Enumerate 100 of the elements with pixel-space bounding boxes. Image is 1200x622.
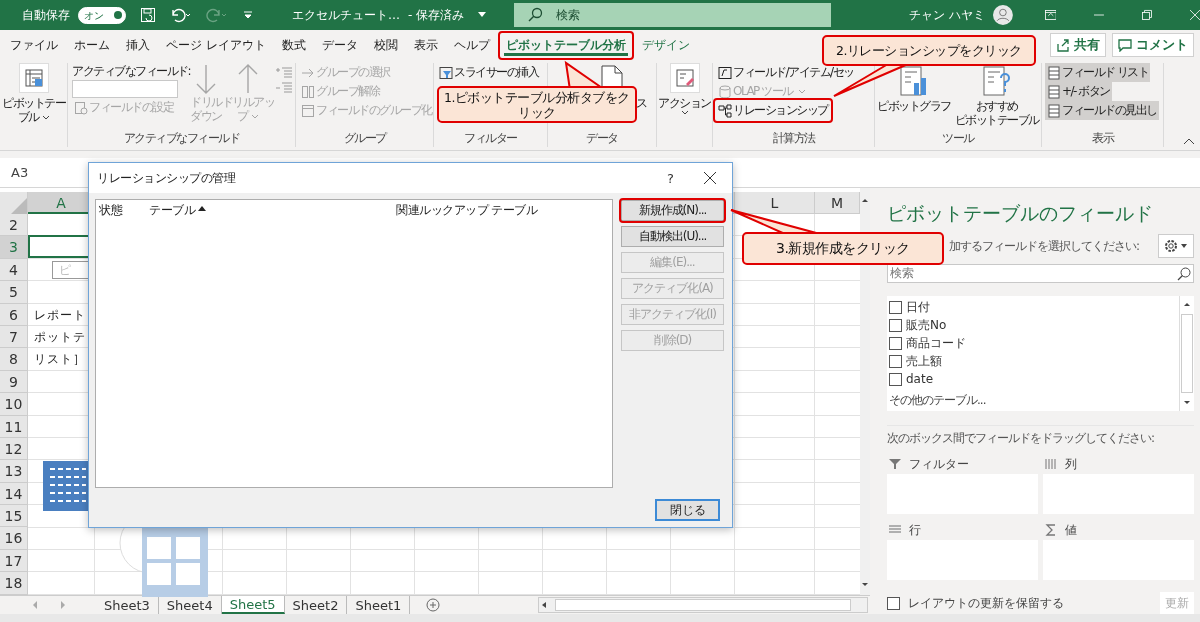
settings-button[interactable] (1158, 234, 1194, 259)
ribbon-tab[interactable]: デザイン (633, 30, 698, 60)
row-header[interactable]: 6 (0, 303, 28, 326)
column-header[interactable]: 関連ルックアップ テーブル (396, 201, 538, 219)
dialog-button[interactable]: 自動検出(U)... (621, 226, 724, 247)
cell-text: レポート (34, 306, 86, 324)
checkbox[interactable] (889, 336, 902, 350)
undo-icon[interactable] (170, 7, 192, 23)
document-icon[interactable] (600, 65, 624, 87)
row-header[interactable]: 7 (0, 325, 28, 349)
help-button[interactable]: ? (667, 170, 674, 186)
cylinder-icon (718, 84, 732, 99)
horizontal-scrollbar[interactable] (538, 597, 868, 613)
row-header[interactable]: 14 (0, 482, 28, 506)
caret-icon (680, 110, 689, 115)
ribbon-tab[interactable]: 数式 (273, 30, 314, 60)
caret-icon[interactable] (478, 12, 487, 18)
ribbon-toggle[interactable]: フィールド リスト (1045, 63, 1151, 82)
row-header[interactable]: 11 (0, 415, 28, 438)
group-label: ツール (941, 130, 976, 147)
row-header[interactable]: 16 (0, 527, 28, 550)
pivot-table-button[interactable]: ピボットテー ブル (2, 63, 65, 124)
row-header[interactable]: 13 (0, 460, 28, 483)
field-item[interactable]: 日付 (889, 298, 1177, 317)
ribbon-toggle[interactable]: +/- ボタン (1045, 82, 1112, 101)
expand-field-icon[interactable] (276, 67, 293, 79)
row-header[interactable]: 4 (0, 258, 28, 282)
ribbon-label[interactable]: ス (636, 95, 647, 112)
close-icon[interactable] (704, 172, 716, 184)
row-header[interactable]: 15 (0, 505, 28, 528)
action-button[interactable]: アクション (658, 63, 711, 115)
defer-update-checkbox[interactable]: レイアウトの更新を保留する (887, 594, 1064, 612)
ribbon-item[interactable]: リレーションシップ (716, 101, 830, 120)
up-arrow-icon[interactable] (1182, 300, 1192, 309)
ribbon-tab[interactable]: 表示 (405, 30, 446, 60)
collapse-ribbon-icon[interactable] (1184, 138, 1194, 144)
row-header[interactable]: 5 (0, 281, 28, 304)
share-button[interactable]: 共有 (1050, 33, 1106, 57)
ribbon-toggle[interactable]: フィールドの見出し (1045, 101, 1159, 120)
pane-title: ピボットテーブルのフィールド (887, 200, 1153, 226)
active-field-input[interactable] (72, 80, 178, 98)
ribbon-button[interactable]: ピボットグラフ (877, 65, 951, 130)
vertical-scrollbar[interactable] (1179, 296, 1194, 412)
collapse-field-icon[interactable] (276, 82, 293, 94)
down-arrow-icon[interactable] (860, 581, 870, 589)
comment-button[interactable]: コメント (1112, 33, 1194, 57)
ribbon-item[interactable]: フィールド/アイテム/セッ (716, 63, 856, 82)
dialog-button[interactable]: 新規作成(N)... (621, 200, 724, 221)
instruction-text: 加するフィールドを選択してください: (949, 237, 1141, 255)
checkbox[interactable] (889, 354, 902, 368)
ribbon-display-icon[interactable] (1044, 9, 1057, 21)
close-button[interactable]: 閉じる (655, 499, 720, 521)
column-header[interactable]: テーブル (149, 201, 195, 219)
restore-icon[interactable] (1142, 9, 1153, 21)
search-field[interactable]: 検索 (887, 264, 1194, 284)
ribbon-tab[interactable]: ホーム (66, 30, 118, 60)
field-item[interactable]: 商品コード (889, 334, 1177, 353)
search-field[interactable]: 検索 (514, 3, 831, 27)
save-icon[interactable] (140, 7, 156, 23)
field-item[interactable]: 販売No (889, 316, 1177, 335)
column-header[interactable]: M (815, 192, 860, 214)
more-tables-link[interactable]: その他のテーブル... (889, 392, 1177, 410)
row-header[interactable]: 3 (0, 236, 28, 259)
sheet-tab[interactable]: Sheet5 (221, 596, 285, 614)
autosave-toggle[interactable]: オン (78, 6, 126, 24)
ribbon-tab[interactable]: 校閲 (365, 30, 406, 60)
checkbox[interactable] (889, 318, 902, 332)
checkbox[interactable] (889, 300, 902, 314)
search-icon (1177, 266, 1191, 281)
row-header[interactable]: 2 (0, 214, 28, 237)
up-arrow-icon[interactable] (860, 196, 870, 204)
checkbox[interactable] (889, 372, 902, 386)
field-item[interactable]: date (889, 370, 1177, 389)
save-status[interactable]: - 保存済み (408, 6, 465, 24)
settings-icon (74, 100, 88, 115)
ribbon-tab[interactable]: ヘルプ (445, 30, 498, 60)
relationship-list[interactable]: 状態 テーブル 関連ルックアップ テーブル (95, 199, 613, 488)
column-header[interactable]: 状態 (99, 201, 147, 219)
ribbon-tab[interactable]: ページ レイアウト (158, 30, 274, 60)
row-header[interactable]: 9 (0, 370, 28, 394)
avatar-icon[interactable] (992, 3, 1013, 27)
ribbon-tab[interactable]: 挿入 (118, 30, 158, 60)
user-name: チャン ハヤミ (908, 6, 985, 24)
row-header[interactable]: 18 (0, 572, 28, 595)
row-header[interactable]: 8 (0, 348, 28, 371)
slicer-icon (439, 65, 453, 80)
row-header[interactable]: 12 (0, 437, 28, 461)
row-header[interactable]: 17 (0, 549, 28, 573)
column-header[interactable]: L (735, 192, 815, 214)
customize-icon[interactable] (242, 9, 254, 21)
field-item[interactable]: 売上額 (889, 352, 1177, 371)
row-header[interactable]: 10 (0, 393, 28, 416)
share-icon (1056, 38, 1070, 52)
add-icon[interactable] (426, 598, 441, 612)
ribbon-tab[interactable]: データ (313, 30, 366, 60)
gear-icon (1163, 238, 1189, 255)
ribbon-button[interactable]: おすすめ ピボットテーブル (954, 65, 1039, 130)
ribbon-tab[interactable]: ピボットテーブル分析 (497, 30, 634, 60)
ribbon-item[interactable]: スライサーの挿入 (437, 63, 540, 82)
ribbon-tab[interactable]: ファイル (2, 30, 66, 60)
